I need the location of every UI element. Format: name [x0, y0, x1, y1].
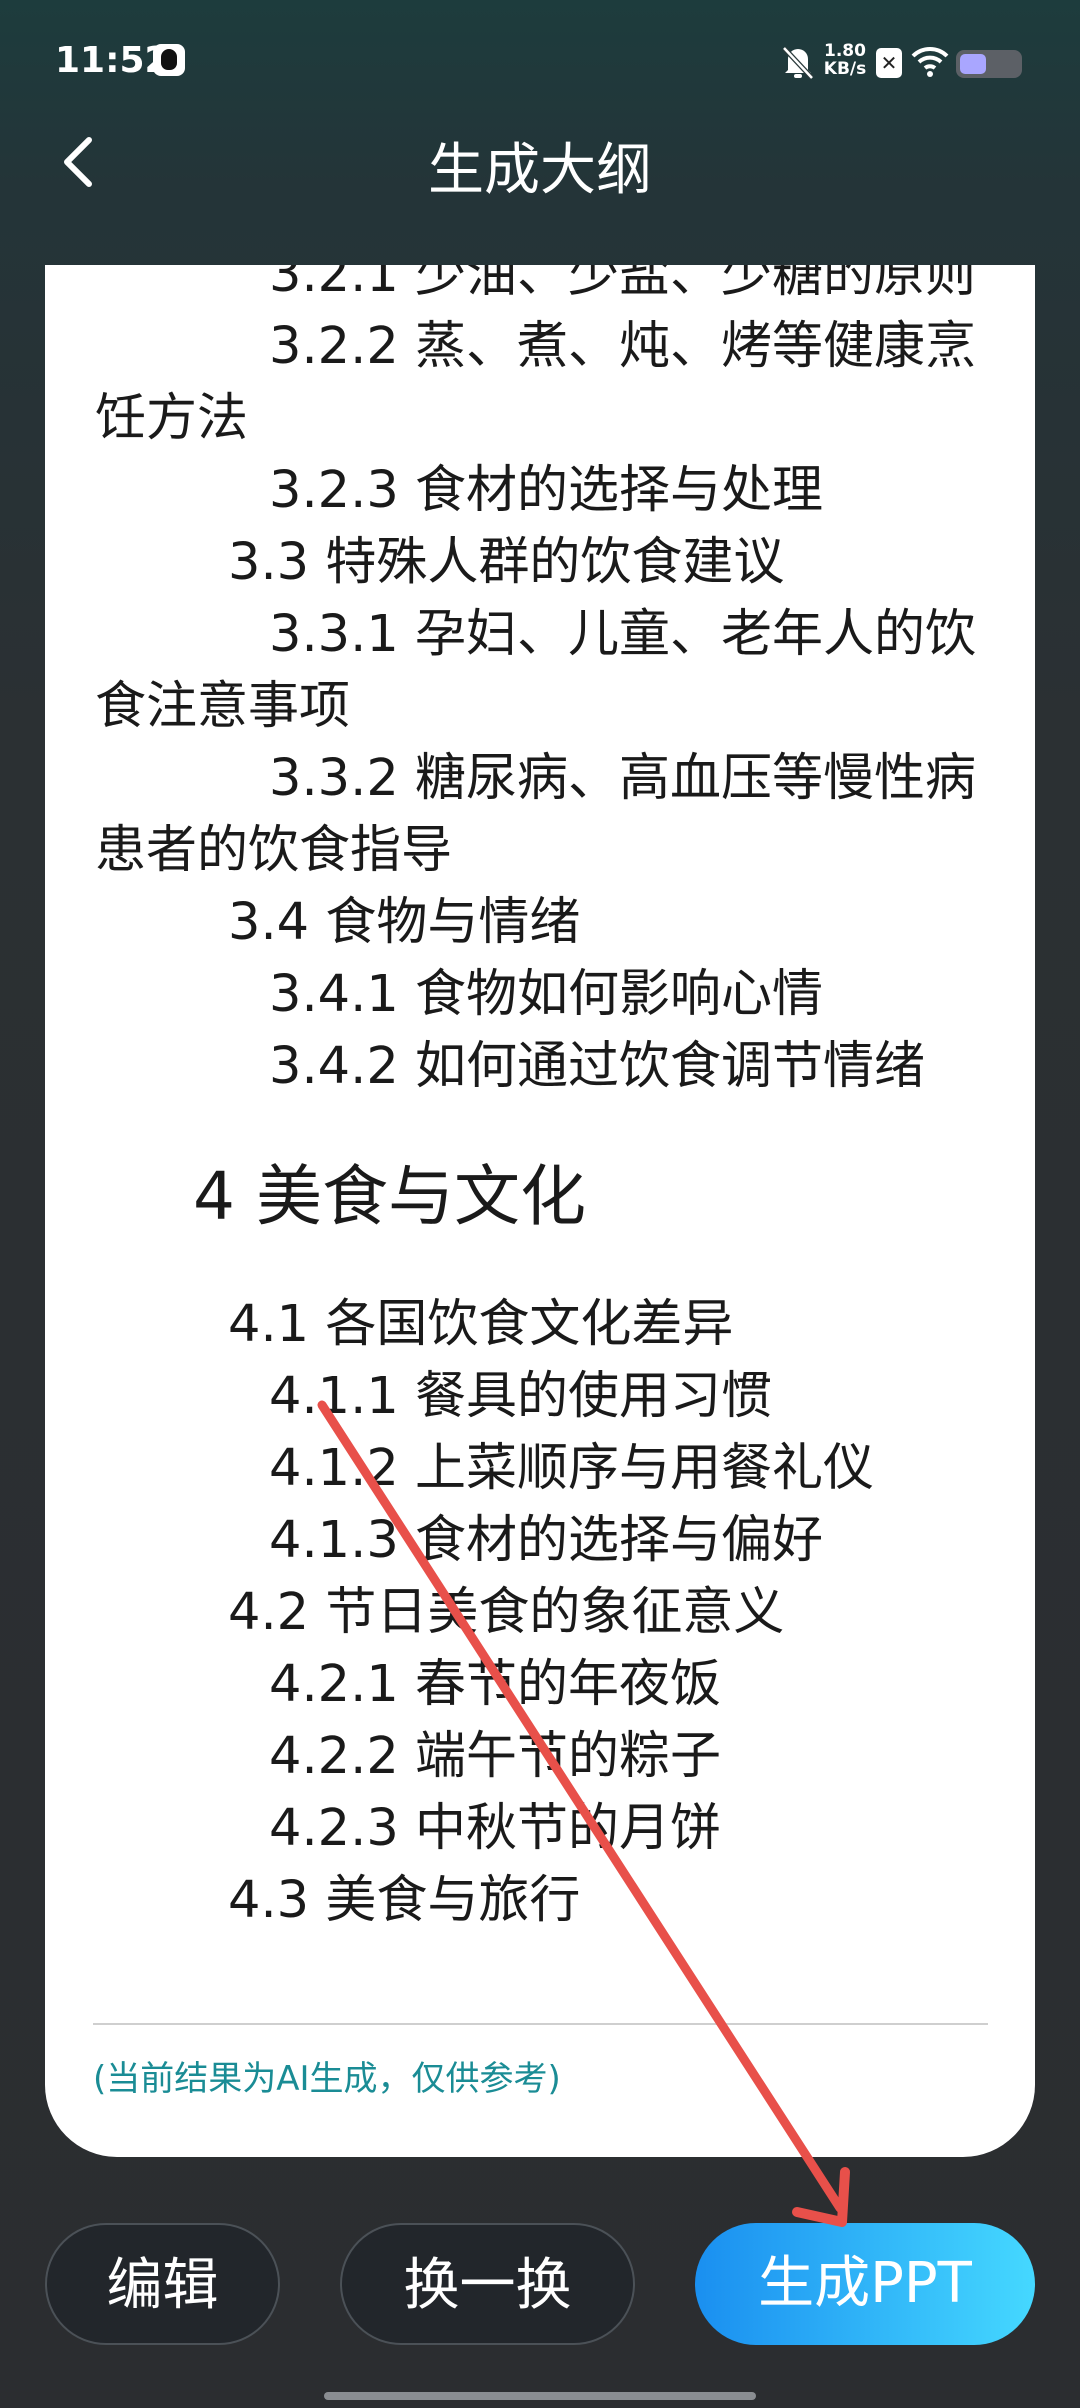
network-speed-value: 1.80	[824, 41, 866, 61]
network-speed-unit: KB/s	[823, 59, 867, 79]
outline-heading: 4 美食与文化	[193, 1158, 586, 1235]
generate-ppt-button[interactable]: 生成PPT	[695, 2223, 1035, 2345]
battery-icon	[956, 50, 1022, 78]
outline-item: 4.2.2 端午节的粽子	[269, 1727, 721, 1786]
outline-item: 3.2.3 食材的选择与处理	[269, 461, 823, 520]
page-title: 生成大纲	[428, 138, 652, 203]
outline-item: 3.4.2 如何通过饮食调节情绪	[269, 1037, 925, 1096]
outline-item: 4.1 各国饮食文化差异	[228, 1295, 734, 1354]
outline-item: 3.4.1 食物如何影响心情	[269, 965, 823, 1024]
outline-item: 3.3.1 孕妇、儿童、老年人的饮食注意事项	[95, 605, 976, 736]
ai-disclaimer: (当前结果为AI生成，仅供参考)	[93, 2059, 561, 2099]
network-speed: 1.80 KB/s	[822, 42, 868, 82]
outline-item: 4.1.2 上菜顺序与用餐礼仪	[269, 1439, 874, 1498]
outline-item: 4.2 节日美食的象征意义	[228, 1583, 785, 1642]
outline-item: 4.3 美食与旅行	[228, 1871, 581, 1930]
wifi-icon	[910, 42, 950, 82]
outline-item: 4.1.3 食材的选择与偏好	[269, 1511, 823, 1570]
regenerate-button[interactable]: 换一换	[340, 2223, 635, 2345]
bell-off-icon	[780, 42, 816, 82]
outline-item: 3.4 食物与情绪	[228, 893, 581, 952]
divider	[93, 2023, 988, 2025]
outline-item: 4.1.1 餐具的使用习惯	[269, 1367, 772, 1426]
outline-item: 4.2.1 春节的年夜饭	[269, 1655, 721, 1714]
outline-item: 3.3 特殊人群的饮食建议	[228, 533, 785, 592]
home-indicator[interactable]	[324, 2392, 756, 2400]
outline-item: 3.3.2 糖尿病、高血压等慢性病患者的饮食指导	[95, 749, 976, 880]
sim-icon: ✕	[876, 48, 902, 78]
outline-item: 3.2.1 少油、少盐、少糖的原则	[269, 265, 976, 304]
outline-card: 3.2.1 少油、少盐、少糖的原则 3.2.2 蒸、煮、炖、烤等健康烹饪方法 3.2…	[45, 265, 1035, 2157]
edit-button[interactable]: 编辑	[45, 2223, 280, 2345]
outline-item: 3.2.2 蒸、煮、炖、烤等健康烹饪方法	[95, 317, 976, 448]
outline-text[interactable]: 3.2.1 少油、少盐、少糖的原则 3.2.2 蒸、煮、炖、烤等健康烹饪方法 3.2…	[95, 265, 1025, 1937]
qq-penguin-icon	[153, 44, 185, 76]
outline-item: 4.2.3 中秋节的月饼	[269, 1799, 721, 1858]
status-bar: 11:52 1.80 KB/s ✕	[0, 0, 1080, 125]
